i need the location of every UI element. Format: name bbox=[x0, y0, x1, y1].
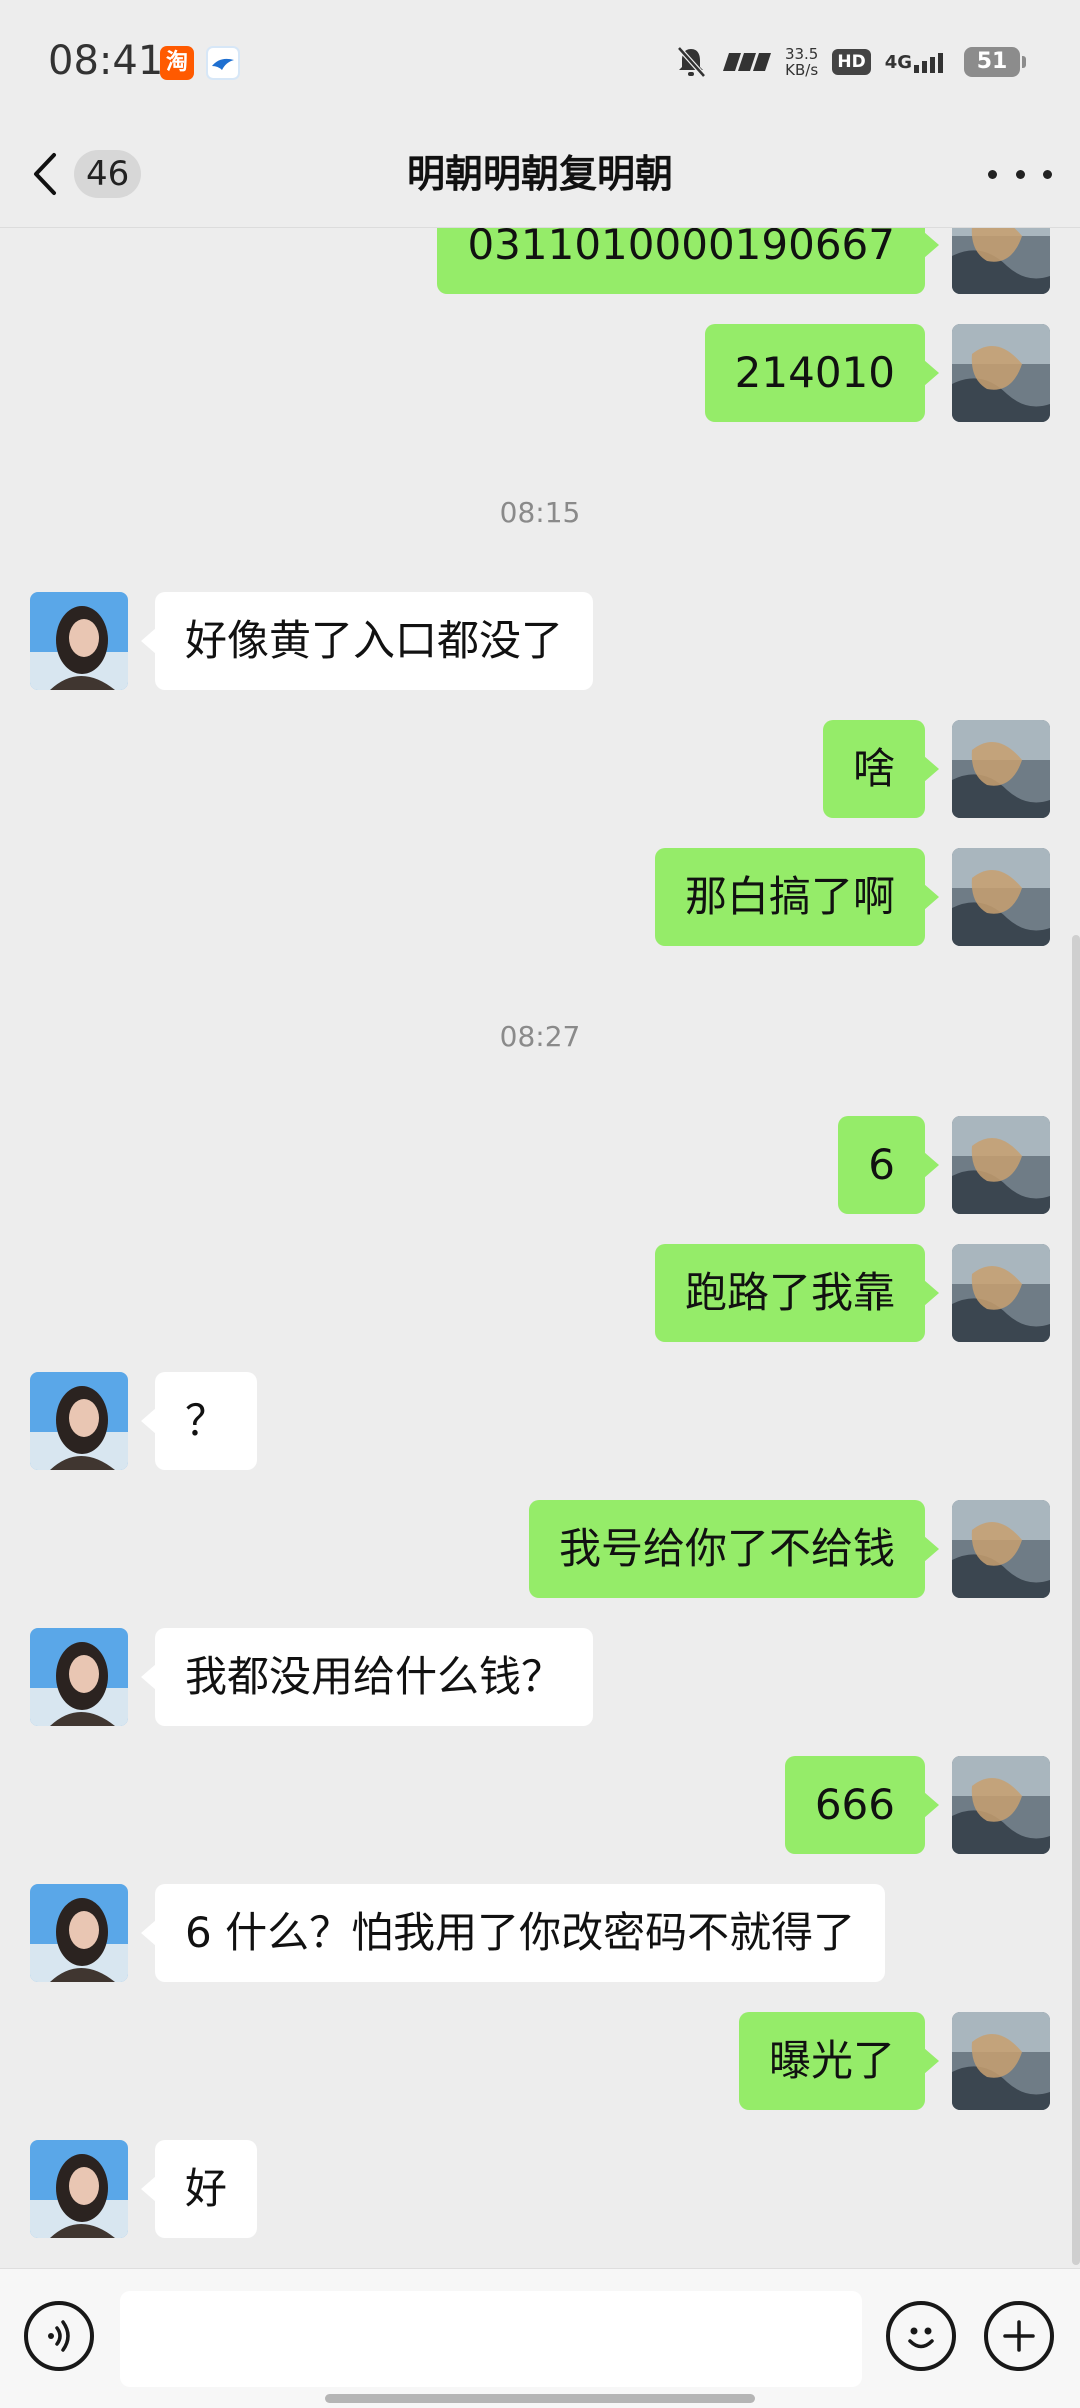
contact-avatar[interactable] bbox=[30, 1628, 128, 1726]
message-bubble-theirs[interactable]: 6 什么？怕我用了你改密码不就得了 bbox=[140, 1884, 886, 1982]
message-bubble-mine[interactable]: 那白搞了啊 bbox=[654, 848, 940, 946]
emoji-button[interactable] bbox=[886, 2301, 956, 2371]
message-row: 好像黄了入口都没了 bbox=[0, 592, 1080, 690]
message-bubble-mine[interactable]: 6 bbox=[838, 1116, 939, 1214]
contact-avatar[interactable] bbox=[30, 1884, 128, 1982]
status-bar: 08:41 淘 33.5 KB/s HD 4G 51 bbox=[0, 0, 1080, 120]
chevron-left-icon bbox=[34, 153, 56, 195]
my-avatar[interactable] bbox=[952, 1756, 1050, 1854]
hd-badge: HD bbox=[832, 49, 871, 75]
message-bubble-theirs[interactable]: 好 bbox=[140, 2140, 258, 2238]
battery-indicator: 51 bbox=[964, 47, 1026, 77]
message-row: 跑路了我靠 bbox=[0, 1244, 1080, 1342]
more-dot bbox=[1043, 169, 1052, 179]
message-row: 好 bbox=[0, 2140, 1080, 2238]
status-time: 08:41 bbox=[48, 38, 164, 84]
network-speed-unit: KB/s bbox=[785, 61, 819, 79]
contact-avatar[interactable] bbox=[30, 592, 128, 690]
network-speed-value: 33.5 bbox=[784, 45, 819, 63]
message-row: 666 bbox=[0, 1756, 1080, 1854]
mute-bell-icon bbox=[677, 46, 706, 78]
my-avatar[interactable] bbox=[952, 2012, 1050, 2110]
message-row: 我号给你了不给钱 bbox=[0, 1500, 1080, 1598]
contact-avatar[interactable] bbox=[30, 1372, 128, 1470]
emoji-icon bbox=[908, 2327, 934, 2349]
network-speed: 33.5 KB/s bbox=[785, 46, 818, 78]
message-bubble-theirs[interactable]: ？ bbox=[140, 1372, 258, 1470]
timestamp: 08:27 bbox=[499, 1020, 581, 1053]
message-bubble-theirs[interactable]: 好像黄了入口都没了 bbox=[140, 592, 594, 690]
message-bubble-mine[interactable]: 214010 bbox=[704, 324, 940, 422]
chat-screen: 08:41 淘 33.5 KB/s HD 4G 51 46 明朝明朝复明朝 03… bbox=[0, 0, 1080, 2408]
my-avatar[interactable] bbox=[952, 720, 1050, 818]
timestamp: 08:15 bbox=[499, 496, 581, 529]
message-list[interactable]: 0311010000190667 214010 08:15 好像黄了入口都没了 … bbox=[0, 228, 1080, 2268]
status-indicators: 33.5 KB/s HD 4G 51 bbox=[673, 40, 1026, 84]
message-bubble-mine[interactable]: 跑路了我靠 bbox=[654, 1244, 940, 1342]
voice-icon bbox=[48, 2320, 70, 2352]
message-row: 0311010000190667 bbox=[0, 228, 1080, 294]
message-row: 6 什么？怕我用了你改密码不就得了 bbox=[0, 1884, 1080, 1982]
message-bubble-mine[interactable]: 啥 bbox=[822, 720, 940, 818]
message-bubble-mine[interactable]: 0311010000190667 bbox=[437, 228, 939, 294]
my-avatar[interactable] bbox=[952, 848, 1050, 946]
bird-icon bbox=[206, 46, 240, 80]
chat-title: 明朝明朝复明朝 bbox=[406, 152, 673, 196]
voice-input-button[interactable] bbox=[24, 2301, 94, 2371]
scrollbar[interactable] bbox=[1072, 935, 1080, 2265]
message-row: 曝光了 bbox=[0, 2012, 1080, 2110]
message-bubble-mine[interactable]: 曝光了 bbox=[738, 2012, 940, 2110]
more-options-button[interactable] bbox=[988, 154, 1052, 194]
cellular-signal: 4G bbox=[885, 51, 950, 73]
message-input-bar bbox=[0, 2268, 1080, 2408]
message-input[interactable] bbox=[120, 2291, 862, 2387]
message-bubble-mine[interactable]: 666 bbox=[784, 1756, 940, 1854]
my-avatar[interactable] bbox=[952, 1500, 1050, 1598]
taobao-icon: 淘 bbox=[160, 46, 194, 80]
more-dot bbox=[988, 169, 997, 179]
my-avatar[interactable] bbox=[952, 1244, 1050, 1342]
my-avatar[interactable] bbox=[952, 324, 1050, 422]
message-bubble-mine[interactable]: 我号给你了不给钱 bbox=[528, 1500, 940, 1598]
home-indicator[interactable] bbox=[325, 2394, 755, 2403]
message-row: 那白搞了啊 bbox=[0, 848, 1080, 946]
message-row: 214010 bbox=[0, 324, 1080, 422]
more-dot bbox=[1015, 169, 1025, 179]
network-type: 4G bbox=[884, 52, 912, 73]
message-row: 啥 bbox=[0, 720, 1080, 818]
signal-bars-icon bbox=[914, 53, 943, 73]
my-avatar[interactable] bbox=[952, 228, 1050, 294]
plus-icon bbox=[1003, 2320, 1035, 2352]
message-row: ？ bbox=[0, 1372, 1080, 1470]
message-bubble-theirs[interactable]: 我都没用给什么钱？ bbox=[140, 1628, 594, 1726]
chat-header: 46 明朝明朝复明朝 bbox=[0, 120, 1080, 228]
my-avatar[interactable] bbox=[952, 1116, 1050, 1214]
signal-strength-icon bbox=[722, 53, 771, 71]
message-row: 6 bbox=[0, 1116, 1080, 1214]
message-row: 我都没用给什么钱？ bbox=[0, 1628, 1080, 1726]
back-button[interactable]: 46 bbox=[30, 142, 150, 206]
contact-avatar[interactable] bbox=[30, 2140, 128, 2238]
unread-count-badge: 46 bbox=[74, 150, 142, 198]
more-features-button[interactable] bbox=[984, 2301, 1054, 2371]
